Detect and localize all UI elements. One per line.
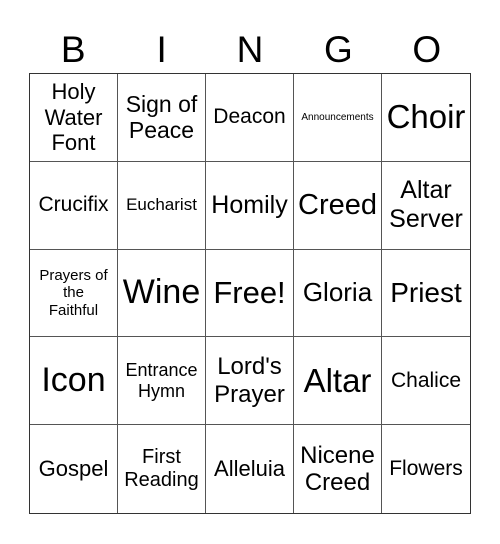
cell-text: Priest <box>390 276 462 308</box>
cell-text: the <box>63 284 84 302</box>
bingo-grid: Holy Water Font Sign of Peace Deacon Ann… <box>29 73 471 514</box>
bingo-cell[interactable]: Flowers <box>382 425 470 513</box>
cell-text: Altar <box>400 176 452 205</box>
header-letter-n: N <box>236 29 264 70</box>
cell-text: Icon <box>41 361 106 400</box>
header-letter-b: B <box>60 29 86 70</box>
bingo-cell[interactable]: Entrance Hymn <box>118 337 206 426</box>
bingo-cell[interactable]: Chalice <box>382 337 470 426</box>
cell-text: Creed <box>304 469 371 497</box>
bingo-cell[interactable]: Priest <box>382 250 470 338</box>
cell-text: Water <box>44 104 103 130</box>
bingo-cell[interactable]: Gloria <box>294 249 382 338</box>
bingo-header: B I N G O <box>29 28 471 72</box>
cell-text: Entrance <box>125 360 198 381</box>
bingo-cell[interactable]: Prayers of the Faithful <box>30 249 118 338</box>
header-letter-g: G <box>323 29 353 70</box>
cell-text: Nicene <box>300 441 375 469</box>
cell-text: Reading <box>124 469 199 492</box>
cell-text: Prayers of <box>39 267 108 285</box>
bingo-cell[interactable]: Alleluia <box>206 425 294 513</box>
cell-text: Announcements <box>301 111 374 123</box>
cell-text: Lord's <box>217 353 282 381</box>
cell-text: Holy <box>51 79 96 105</box>
cell-text: Altar <box>303 361 372 399</box>
cell-text: Alleluia <box>214 456 285 482</box>
bingo-cell[interactable]: Crucifix <box>30 161 118 250</box>
bingo-cell[interactable]: Lord's Prayer <box>206 337 294 426</box>
bingo-cell[interactable]: Gospel <box>30 425 118 513</box>
bingo-free-cell[interactable]: Free! <box>206 249 294 338</box>
cell-text: Server <box>389 205 463 234</box>
bingo-cell[interactable]: Altar Server <box>382 162 470 250</box>
cell-text: Hymn <box>137 380 185 401</box>
cell-text: Gospel <box>38 456 109 482</box>
cell-text: Crucifix <box>38 193 109 217</box>
cell-text: Deacon <box>213 105 286 129</box>
bingo-cell[interactable]: Wine <box>118 249 206 338</box>
bingo-cell[interactable]: Deacon <box>206 74 294 162</box>
cell-text: Creed <box>298 188 377 221</box>
bingo-cell[interactable]: First Reading <box>118 425 206 513</box>
cell-text: Free! <box>213 275 286 311</box>
bingo-cell[interactable]: Homily <box>206 161 294 250</box>
bingo-cell[interactable]: Sign of Peace <box>118 74 206 162</box>
cell-text: Prayer <box>214 380 285 408</box>
cell-text: Wine <box>122 273 201 312</box>
cell-text: Faithful <box>48 301 99 319</box>
cell-text: Sign of <box>125 90 198 117</box>
header-letter-o: O <box>412 29 442 70</box>
cell-text: Gloria <box>302 277 373 308</box>
cell-text: Flowers <box>389 457 463 481</box>
cell-text: Homily <box>211 190 288 219</box>
bingo-cell[interactable]: Eucharist <box>118 161 206 250</box>
bingo-cell[interactable]: Creed <box>294 161 382 250</box>
cell-text: Chalice <box>390 368 462 392</box>
cell-text: Font <box>51 130 96 156</box>
cell-text: Choir <box>386 98 466 136</box>
bingo-cell[interactable]: Announcements <box>294 74 382 162</box>
header-letter-i: I <box>156 29 167 70</box>
bingo-cell[interactable]: Choir <box>382 74 470 162</box>
bingo-cell[interactable]: Holy Water Font <box>30 74 118 162</box>
bingo-cell[interactable]: Icon <box>30 337 118 426</box>
cell-text: Peace <box>128 117 195 144</box>
bingo-cell[interactable]: Altar <box>294 337 382 426</box>
bingo-cell[interactable]: Nicene Creed <box>294 425 382 513</box>
cell-text: First <box>142 446 181 469</box>
cell-text: Eucharist <box>126 195 197 215</box>
